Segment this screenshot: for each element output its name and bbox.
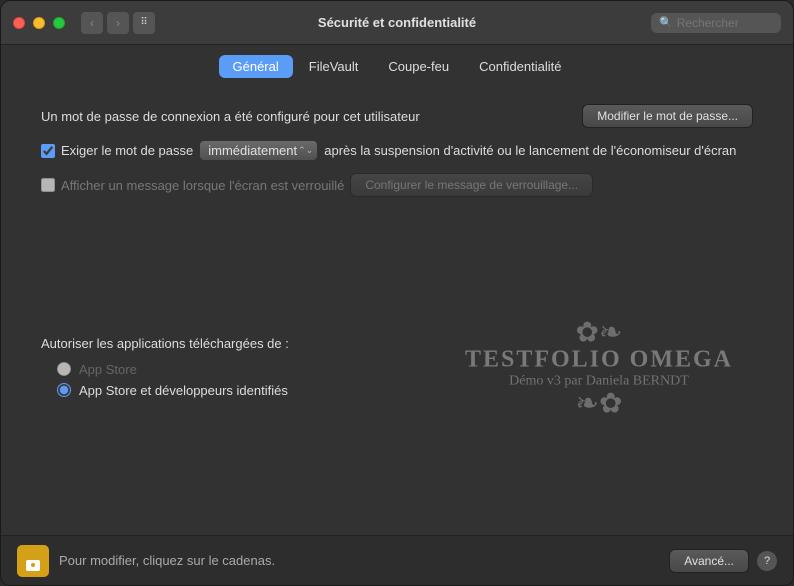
nav-buttons: ‹ ›	[81, 12, 129, 34]
watermark-title: TESTFOLIO OMEGA	[465, 347, 733, 374]
tab-firewall[interactable]: Coupe-feu	[374, 55, 463, 78]
main-window: ‹ › ⠿ Sécurité et confidentialité 🔍 Géné…	[0, 0, 794, 586]
radio-appstore-dev-input[interactable]	[57, 383, 71, 397]
watermark-ornament-top: ✿❧	[465, 319, 733, 347]
bottom-buttons: Avancé... ?	[669, 549, 777, 573]
require-password-row: Exiger le mot de passe immédiatement apr…	[41, 136, 753, 165]
close-button[interactable]	[13, 17, 25, 29]
watermark-ornament-bottom: ❧✿	[465, 390, 733, 418]
radio-appstore-dev: App Store et développeurs identifiés	[41, 380, 304, 401]
require-password-text: Exiger le mot de passe	[61, 143, 193, 158]
screen-lock-label: Afficher un message lorsque l'écran est …	[41, 178, 344, 193]
window-title: Sécurité et confidentialité	[318, 15, 476, 30]
middle-area: ✿❧ TESTFOLIO OMEGA Démo v3 par Daniela B…	[41, 201, 753, 535]
tabs-bar: Général FileVault Coupe-feu Confidential…	[1, 45, 793, 86]
lock-icon	[24, 550, 42, 572]
titlebar: ‹ › ⠿ Sécurité et confidentialité 🔍	[1, 1, 793, 45]
download-section: Autoriser les applications téléchargées …	[41, 330, 304, 407]
radio-appstore-label: App Store	[79, 362, 137, 377]
radio-appstore-input[interactable]	[57, 362, 71, 376]
main-content: Un mot de passe de connexion a été confi…	[1, 86, 793, 535]
search-input[interactable]	[677, 16, 767, 30]
password-row: Un mot de passe de connexion a été confi…	[41, 96, 753, 136]
minimize-button[interactable]	[33, 17, 45, 29]
require-password-label: Exiger le mot de passe	[41, 143, 193, 158]
watermark: ✿❧ TESTFOLIO OMEGA Démo v3 par Daniela B…	[465, 319, 733, 418]
screen-lock-text: Afficher un message lorsque l'écran est …	[61, 178, 344, 193]
screen-lock-checkbox[interactable]	[41, 178, 55, 192]
change-password-button[interactable]: Modifier le mot de passe...	[582, 104, 753, 128]
configure-lock-button[interactable]: Configurer le message de verrouillage...	[350, 173, 593, 197]
require-password-checkbox[interactable]	[41, 144, 55, 158]
screen-lock-row: Afficher un message lorsque l'écran est …	[41, 169, 753, 201]
password-timing-wrapper: immédiatement	[199, 140, 318, 161]
password-timing-select[interactable]: immédiatement	[199, 140, 318, 161]
search-icon: 🔍	[659, 16, 673, 29]
tab-general[interactable]: Général	[219, 55, 293, 78]
radio-appstore-dev-label: App Store et développeurs identifiés	[79, 383, 288, 398]
lock-icon-wrapper	[17, 545, 49, 577]
tab-privacy[interactable]: Confidentialité	[465, 55, 575, 78]
grid-button[interactable]: ⠿	[133, 12, 155, 34]
download-title: Autoriser les applications téléchargées …	[41, 336, 304, 351]
back-button[interactable]: ‹	[81, 12, 103, 34]
tab-filevault[interactable]: FileVault	[295, 55, 373, 78]
bottom-text: Pour modifier, cliquez sur le cadenas.	[59, 553, 659, 568]
traffic-lights	[13, 17, 65, 29]
help-button[interactable]: ?	[757, 551, 777, 571]
forward-button[interactable]: ›	[107, 12, 129, 34]
password-description: Un mot de passe de connexion a été confi…	[41, 109, 420, 124]
search-box[interactable]: 🔍	[651, 13, 781, 33]
radio-appstore: App Store	[41, 359, 304, 380]
maximize-button[interactable]	[53, 17, 65, 29]
advanced-button[interactable]: Avancé...	[669, 549, 749, 573]
bottom-bar: Pour modifier, cliquez sur le cadenas. A…	[1, 535, 793, 585]
after-text: après la suspension d'activité ou le lan…	[324, 143, 736, 158]
